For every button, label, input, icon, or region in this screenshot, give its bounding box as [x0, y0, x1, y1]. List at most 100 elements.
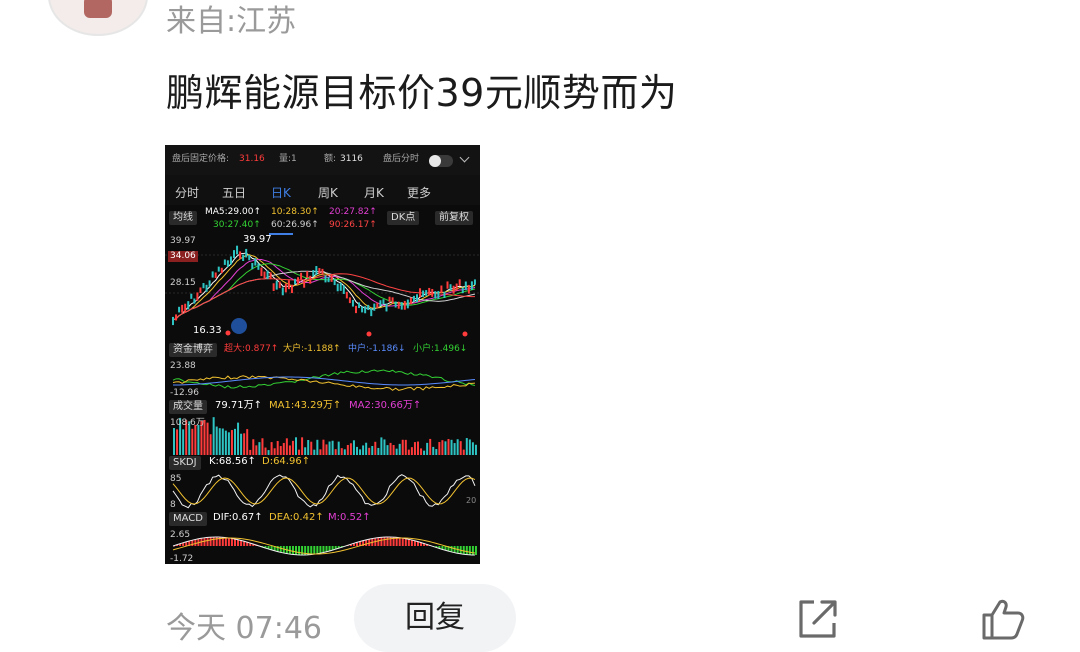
macd-bar	[471, 546, 474, 555]
volume-bar	[349, 443, 352, 455]
skdj-k: K:68.56↑	[209, 456, 256, 467]
fund-flow-selector[interactable]: 资金博弈	[169, 343, 217, 357]
volume-bar	[334, 449, 337, 455]
tab-weekly-k[interactable]: 周K	[318, 184, 338, 201]
volume-bar	[206, 422, 209, 455]
volume-bar	[304, 447, 307, 455]
candle	[315, 266, 318, 275]
chart-badge-icon[interactable]	[231, 318, 247, 334]
after-hours-toggle[interactable]	[429, 155, 453, 167]
chevron-down-icon[interactable]	[459, 152, 470, 163]
candle	[376, 302, 379, 309]
candle	[409, 297, 412, 305]
volume-bar	[352, 440, 355, 455]
volume-bar	[243, 433, 246, 455]
macd-bar	[185, 542, 188, 546]
macd-bar	[291, 546, 294, 555]
tab-daily-k[interactable]: 日K	[271, 184, 291, 201]
volume-bar	[429, 438, 432, 455]
like-button[interactable]	[980, 596, 1026, 642]
candle	[336, 283, 339, 292]
volume-bar	[413, 442, 416, 455]
volume-bar	[182, 429, 185, 455]
volume-bar	[285, 438, 288, 455]
volume-bar	[343, 449, 346, 455]
candle	[391, 297, 394, 304]
candle	[239, 251, 242, 259]
candle	[196, 292, 199, 301]
volume-chart	[173, 417, 477, 455]
volume-selector[interactable]: 成交量	[169, 400, 207, 414]
macd-bar	[377, 537, 380, 546]
macd-axis-top: 2.65	[170, 530, 191, 540]
candle	[187, 301, 190, 310]
volume-bar	[383, 439, 386, 455]
volume-bar	[264, 447, 267, 455]
candle	[342, 285, 345, 294]
volume-bar	[237, 422, 240, 455]
candle	[257, 263, 260, 270]
macd-bar	[462, 546, 465, 555]
skdj-k-line	[172, 474, 476, 509]
volume-bar	[224, 430, 227, 455]
macd-bar	[227, 537, 230, 546]
signal-dot	[366, 331, 372, 337]
candle	[175, 314, 178, 321]
macd-bar	[270, 546, 273, 550]
volume-bar	[359, 449, 362, 455]
volume-bar	[282, 442, 285, 455]
macd-bar	[316, 546, 319, 554]
candle	[419, 288, 422, 298]
skdj-axis-right: 20	[466, 496, 477, 505]
volume-bar	[417, 441, 419, 455]
share-button[interactable]	[794, 596, 840, 642]
candle	[199, 287, 202, 294]
attached-image[interactable]: 盘后固定价格: 31.16 量:1 额: 3116 盘后分时 分时 五日 日K …	[165, 145, 480, 564]
fund-super-large: 超大:0.877↑	[224, 344, 279, 354]
candle	[269, 272, 272, 280]
candle	[223, 259, 226, 265]
volume-bar	[261, 438, 264, 455]
post-source: 来自:江苏	[166, 4, 297, 39]
tab-five-day[interactable]: 五日	[222, 184, 246, 201]
skdj-selector[interactable]: SKDJ	[169, 456, 201, 470]
tab-timeshare[interactable]: 分时	[175, 184, 199, 201]
volume-bar	[301, 437, 304, 455]
ma-selector[interactable]: 均线	[169, 211, 197, 225]
candle	[217, 266, 220, 272]
macd-selector[interactable]: MACD	[169, 512, 207, 526]
candle	[412, 295, 415, 302]
macd-bar	[441, 546, 444, 550]
fund-flow-chart	[172, 369, 476, 391]
volume-bar	[298, 449, 301, 455]
volume-bar	[307, 439, 310, 455]
volume-bar	[432, 446, 435, 455]
reply-button[interactable]: 回复	[354, 584, 516, 652]
ma20-value: 20:27.82↑	[329, 207, 377, 217]
volume-bar	[249, 449, 252, 455]
post-time: 今天 07:46	[166, 611, 322, 646]
candle	[309, 275, 312, 284]
candle	[364, 306, 367, 314]
fund-axis-bottom: -12.96	[170, 388, 200, 398]
candle	[370, 308, 373, 317]
price-marker-high: 34.06	[168, 251, 198, 262]
dk-point-button[interactable]: DK点	[387, 211, 420, 225]
volume-bar	[386, 445, 389, 455]
tab-more[interactable]: 更多	[407, 184, 431, 201]
candle	[287, 280, 290, 290]
forward-adjust-button[interactable]: 前复权	[435, 211, 473, 225]
tab-monthly-k[interactable]: 月K	[364, 184, 384, 201]
volume-bar	[279, 446, 282, 455]
fund-large-line	[172, 375, 475, 391]
macd-dif: DIF:0.67↑	[213, 512, 263, 523]
candle	[312, 270, 315, 277]
avatar[interactable]	[48, 0, 148, 36]
macd-bar	[386, 537, 389, 546]
candle	[437, 290, 440, 299]
macd-bar	[407, 539, 410, 546]
candle	[446, 281, 449, 289]
macd-bar	[319, 546, 322, 554]
candle	[348, 297, 351, 304]
candle	[397, 301, 400, 309]
